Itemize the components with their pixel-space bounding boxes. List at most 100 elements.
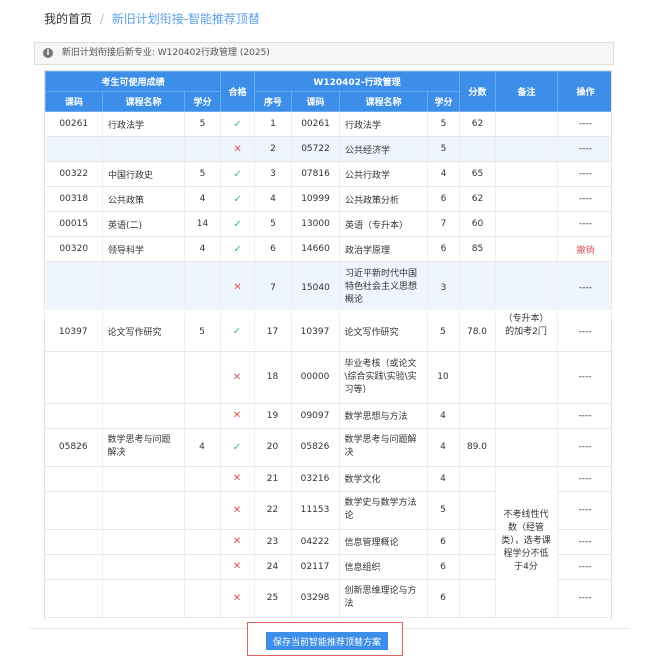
right-name-cell: 创新思维理论与方法 bbox=[339, 579, 428, 618]
right-credit-cell: 4 bbox=[427, 466, 460, 492]
seq-cell: 5 bbox=[254, 211, 293, 237]
save-plan-button[interactable]: 保存当前智能推荐顶替方案 bbox=[266, 632, 388, 650]
right-code-cell: 02117 bbox=[291, 554, 340, 580]
scores-table-bottom[interactable]: 10397 论文写作研究 5 ✓ 17 10397 论文写作研究 5 78.0 … bbox=[44, 313, 612, 620]
table-row: 00322 中国行政史 5 ✓ 3 07816 公共行政学 4 65 ---- bbox=[45, 161, 611, 187]
right-name-cell: 政治学原理 bbox=[339, 236, 429, 262]
right-credit-cell: 10 bbox=[427, 351, 460, 404]
operation-cell: ---- bbox=[557, 261, 611, 310]
table-row: 00320 领导科学 4 ✓ 6 14660 政治学原理 6 85 撤销 bbox=[45, 236, 611, 262]
operation-cell: ---- bbox=[557, 529, 611, 555]
left-credit-cell bbox=[184, 579, 221, 618]
score-cell bbox=[459, 491, 496, 530]
table-row: ✕ 2 05722 公共经济学 5 ---- bbox=[45, 136, 611, 162]
left-name-cell bbox=[102, 136, 185, 162]
pass-check-icon: ✓ bbox=[220, 428, 255, 467]
left-credit-cell bbox=[184, 261, 222, 310]
scores-table-top[interactable]: 考生可使用成绩 合格 W120402-行政管理 分数 备注 操作 课码 课程名称… bbox=[44, 70, 612, 310]
left-code-cell bbox=[45, 529, 103, 555]
left-credit-cell: 4 bbox=[184, 236, 222, 262]
score-cell bbox=[459, 529, 496, 555]
remark-cell: （专升本）的加考2门 bbox=[495, 313, 558, 352]
operation-cell: ---- bbox=[557, 313, 611, 352]
revoke-link[interactable]: 撤销 bbox=[557, 236, 611, 262]
fail-cross-icon: ✕ bbox=[220, 466, 255, 492]
replacement-table-continued: 10397 论文写作研究 5 ✓ 17 10397 论文写作研究 5 78.0 … bbox=[45, 313, 611, 618]
right-code-cell: 10397 bbox=[291, 313, 340, 352]
score-cell bbox=[459, 466, 496, 492]
fail-cross-icon: ✕ bbox=[220, 579, 255, 618]
right-name-cell: 论文写作研究 bbox=[339, 313, 428, 352]
right-code-cell: 13000 bbox=[291, 211, 341, 237]
left-credit-cell bbox=[184, 491, 221, 530]
left-credit-cell bbox=[184, 136, 222, 162]
seq-cell: 20 bbox=[254, 428, 292, 467]
table-row: ✕ 18 00000 毕业考核（或论文\综合实践\实验\实习等） 10 ---- bbox=[45, 351, 611, 404]
header-remark: 备注 bbox=[495, 71, 559, 112]
right-credit-cell: 5 bbox=[427, 313, 460, 352]
score-cell: 78.0 bbox=[459, 313, 496, 352]
left-credit-cell bbox=[184, 554, 221, 580]
operation-cell: ---- bbox=[557, 351, 611, 404]
left-name-cell: 公共政策 bbox=[102, 186, 185, 212]
right-credit-cell: 4 bbox=[427, 403, 460, 429]
operation-cell: ---- bbox=[557, 466, 611, 492]
pass-check-icon: ✓ bbox=[220, 111, 256, 137]
left-credit-cell bbox=[184, 351, 221, 404]
header-score: 分数 bbox=[459, 71, 497, 112]
right-code-cell: 14660 bbox=[291, 236, 341, 262]
header-left-credit: 学分 bbox=[183, 91, 222, 112]
left-name-cell: 论文写作研究 bbox=[102, 313, 185, 352]
seq-cell: 1 bbox=[254, 111, 293, 137]
seq-cell: 2 bbox=[254, 136, 293, 162]
left-name-cell bbox=[102, 529, 185, 555]
fail-cross-icon: ✕ bbox=[220, 554, 255, 580]
seq-cell: 18 bbox=[254, 351, 292, 404]
breadcrumb-home-link[interactable]: 我的首页 bbox=[44, 12, 92, 26]
right-name-cell: 行政法学 bbox=[339, 111, 429, 137]
right-credit-cell: 6 bbox=[427, 236, 461, 262]
left-code-cell bbox=[45, 491, 103, 530]
left-credit-cell bbox=[184, 403, 221, 429]
operation-cell: ---- bbox=[557, 186, 611, 212]
seq-cell: 25 bbox=[254, 579, 292, 618]
fail-cross-icon: ✕ bbox=[220, 351, 255, 404]
header-right-code: 课码 bbox=[291, 91, 341, 112]
remark-cell bbox=[495, 136, 559, 162]
right-credit-cell: 6 bbox=[427, 579, 460, 618]
table-row: ✕ 19 09097 数学思想与方法 4 ---- bbox=[45, 403, 611, 429]
seq-cell: 6 bbox=[254, 236, 293, 262]
elective-remark-cell: 不考线性代数（经管类），选考课程学分不低于4分 bbox=[495, 466, 558, 618]
right-credit-cell: 7 bbox=[427, 211, 461, 237]
right-name-cell: 公共政策分析 bbox=[339, 186, 429, 212]
seq-cell: 19 bbox=[254, 403, 292, 429]
operation-cell: ---- bbox=[557, 403, 611, 429]
remark-cell bbox=[495, 161, 559, 187]
seq-cell: 7 bbox=[254, 261, 293, 310]
right-name-cell: 数学思考与问题解决 bbox=[339, 428, 428, 467]
left-code-cell: 00015 bbox=[45, 211, 103, 237]
score-cell bbox=[459, 351, 496, 404]
right-name-cell: 英语（专升本） bbox=[339, 211, 429, 237]
right-code-cell: 00261 bbox=[291, 111, 341, 137]
right-code-cell: 00000 bbox=[291, 351, 340, 404]
right-code-cell: 07816 bbox=[291, 161, 341, 187]
right-code-cell: 09097 bbox=[291, 403, 340, 429]
left-credit-cell: 5 bbox=[184, 161, 222, 187]
header-pass: 合格 bbox=[220, 71, 256, 112]
left-name-cell: 中国行政史 bbox=[102, 161, 185, 187]
header-right-name: 课程名称 bbox=[339, 91, 429, 112]
major-notice: i 新旧计划衔接后新专业: W120402行政管理 (2025) bbox=[34, 42, 614, 65]
right-credit-cell: 5 bbox=[427, 111, 461, 137]
right-credit-cell: 4 bbox=[427, 161, 461, 187]
header-operation: 操作 bbox=[557, 71, 611, 112]
score-cell bbox=[459, 579, 496, 618]
right-credit-cell: 5 bbox=[427, 136, 461, 162]
remark-cell bbox=[495, 428, 558, 467]
left-code-cell bbox=[45, 403, 103, 429]
replacement-table: 考生可使用成绩 合格 W120402-行政管理 分数 备注 操作 课码 课程名称… bbox=[45, 71, 611, 310]
header-seq: 序号 bbox=[254, 91, 293, 112]
table-row: 10397 论文写作研究 5 ✓ 17 10397 论文写作研究 5 78.0 … bbox=[45, 313, 611, 352]
remark-cell bbox=[495, 186, 559, 212]
score-cell: 85 bbox=[459, 236, 497, 262]
